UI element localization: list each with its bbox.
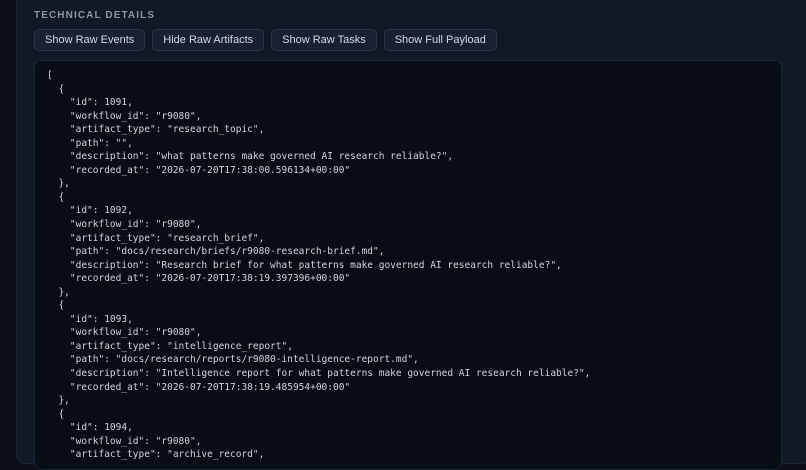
show-raw-events-button[interactable]: Show Raw Events [34,29,146,51]
toggle-button-row: Show Raw Events Hide Raw Artifacts Show … [34,29,497,51]
hide-raw-artifacts-button[interactable]: Hide Raw Artifacts [152,29,265,51]
raw-artifacts-json: [ { "id": 1091, "workflow_id": "r9080", … [47,70,591,461]
show-full-payload-button[interactable]: Show Full Payload [383,29,497,51]
section-title: TECHNICAL DETAILS [34,10,156,21]
raw-artifacts-code-block[interactable]: [ { "id": 1091, "workflow_id": "r9080", … [34,60,782,470]
show-raw-tasks-button[interactable]: Show Raw Tasks [271,29,377,51]
